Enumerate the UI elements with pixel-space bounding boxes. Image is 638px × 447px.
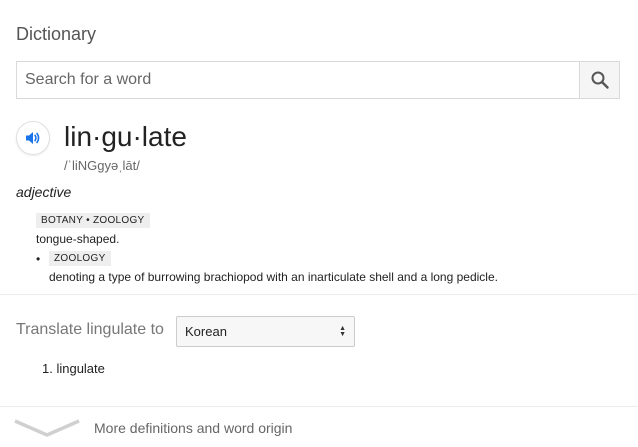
translate-label: Translate lingulate to — [16, 321, 164, 338]
chevron-down-icon — [14, 419, 80, 437]
sense-label-chip: ZOOLOGY — [49, 251, 111, 266]
sense-definition: tongue-shaped. — [36, 232, 120, 246]
dictionary-card: Dictionary lin·gu·late /ˈliNGgyəˌlāt/ ad… — [0, 0, 638, 447]
search-icon — [591, 71, 609, 89]
search-button[interactable] — [579, 62, 619, 98]
pronunciation-audio-button[interactable] — [16, 121, 50, 155]
section-divider — [0, 294, 638, 295]
bullet-point: • — [36, 252, 41, 266]
card-title: Dictionary — [16, 24, 97, 44]
headword: lin·gu·late — [64, 121, 187, 152]
search-box — [16, 61, 620, 99]
selected-language: Korean — [185, 324, 227, 339]
translation-result: 1. lingulate — [42, 361, 105, 376]
phonetic-spelling: /ˈliNGgyəˌlāt/ — [64, 158, 140, 173]
part-of-speech: adjective — [16, 184, 72, 200]
select-arrows-icon: ▲ ▼ — [339, 324, 346, 338]
sense-definition: denoting a type of burrowing brachiopod … — [49, 270, 498, 284]
more-definitions-link[interactable]: More definitions and word origin — [0, 407, 638, 447]
speaker-icon — [26, 132, 40, 144]
more-definitions-label: More definitions and word origin — [94, 420, 293, 436]
language-select[interactable]: Korean ▲ ▼ — [176, 316, 355, 347]
search-input[interactable] — [17, 62, 579, 98]
sense-label-chip: BOTANY • ZOOLOGY — [36, 213, 150, 228]
